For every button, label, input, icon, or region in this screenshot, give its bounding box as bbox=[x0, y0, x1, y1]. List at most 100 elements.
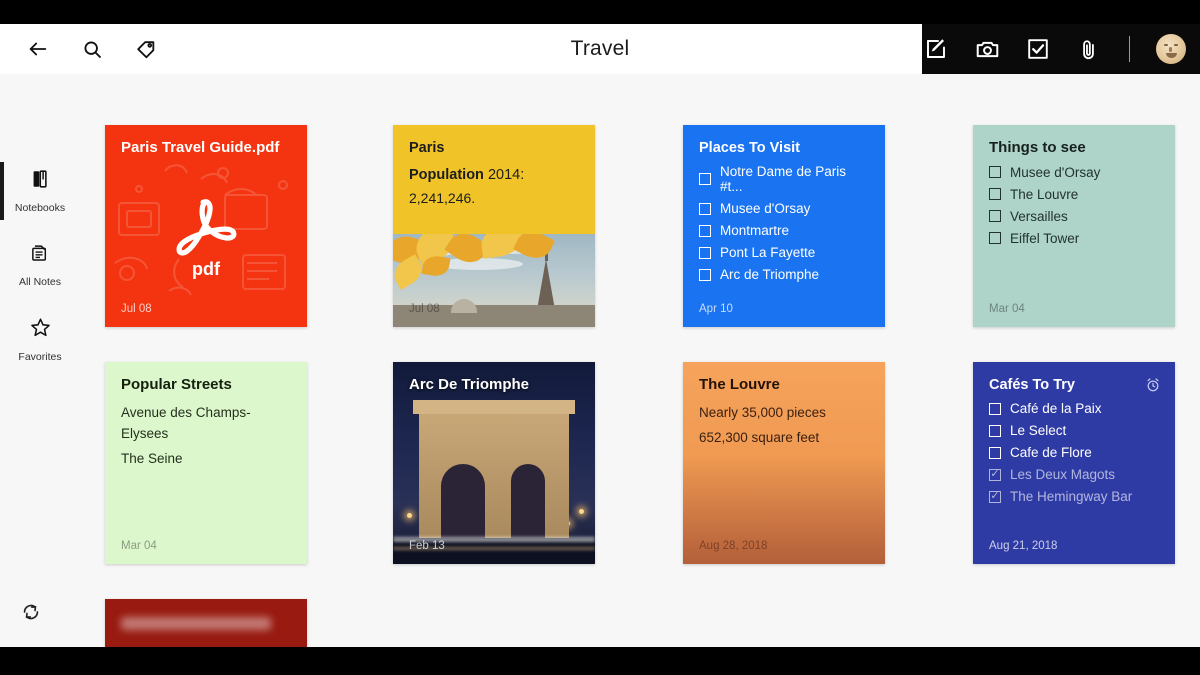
note-card-body: Things to see Musee d'Orsay The Louvre V… bbox=[973, 125, 1175, 246]
note-card-body: Places To Visit Notre Dame de Paris #t..… bbox=[683, 125, 885, 282]
checklist-item[interactable]: Les Deux Magots bbox=[989, 467, 1159, 482]
sidebar-item-favorites[interactable]: Favorites bbox=[0, 302, 80, 376]
note-title: Things to see bbox=[989, 139, 1086, 156]
checkbox-icon[interactable] bbox=[1024, 34, 1053, 64]
note-card-body: The Louvre Nearly 35,000 pieces 652,300 … bbox=[683, 362, 885, 449]
note-date: Feb 13 bbox=[409, 540, 445, 552]
note-card-pdf[interactable]: Paris Travel Guide.pdf pdf Jul 08 bbox=[105, 125, 307, 327]
note-date: Aug 28, 2018 bbox=[699, 540, 768, 552]
note-title-blurred bbox=[121, 617, 271, 630]
notes-grid: Paris Travel Guide.pdf pdf Jul 08 Paris … bbox=[80, 74, 1200, 647]
alarm-clock-icon[interactable] bbox=[1145, 377, 1161, 393]
checkbox-icon[interactable] bbox=[699, 173, 711, 186]
note-card-paris[interactable]: Paris Population 2014: 2,241,246. Jul 08 bbox=[393, 125, 595, 327]
checklist-label: Café de la Paix bbox=[1010, 401, 1102, 417]
note-date: Mar 04 bbox=[989, 303, 1025, 315]
checklist-item[interactable]: Notre Dame de Paris #t... bbox=[699, 164, 869, 194]
sidebar-item-label: All Notes bbox=[18, 276, 61, 288]
note-card-arc-de-triomphe[interactable]: Arc De Triomphe Feb 13 bbox=[393, 362, 595, 564]
search-icon[interactable] bbox=[78, 35, 106, 63]
note-card-popular-streets[interactable]: Popular Streets Avenue des Champs-Elysee… bbox=[105, 362, 307, 564]
checklist-item[interactable]: Eiffel Tower bbox=[989, 231, 1159, 246]
tag-icon[interactable] bbox=[132, 35, 160, 63]
checklist-label: Eiffel Tower bbox=[1010, 230, 1080, 246]
sidebar-item-label: Favorites bbox=[18, 350, 62, 363]
compose-note-icon[interactable] bbox=[922, 34, 951, 64]
note-population-line: Population 2014: bbox=[409, 167, 579, 183]
checkbox-icon[interactable] bbox=[699, 202, 711, 215]
checklist-label: Cafe de Flore bbox=[1010, 445, 1092, 461]
app-window: Travel Notebooks All Notes Favorites Par… bbox=[0, 0, 1200, 675]
note-title: The Louvre bbox=[699, 376, 780, 393]
checklist-item[interactable]: The Hemingway Bar bbox=[989, 489, 1159, 504]
checkbox-checked-icon[interactable] bbox=[989, 490, 1001, 503]
note-card-body: Paris Population 2014: 2,241,246. bbox=[393, 125, 595, 206]
app-header: Travel bbox=[0, 24, 1200, 74]
checkbox-icon[interactable] bbox=[699, 246, 711, 259]
header-left-actions bbox=[0, 35, 160, 63]
checklist-label: Montmartre bbox=[720, 223, 790, 239]
note-title: Arc De Triomphe bbox=[409, 376, 530, 393]
note-card-cafes-to-try[interactable]: Cafés To Try Café de la Paix Le Select C… bbox=[973, 362, 1175, 564]
checklist-item[interactable]: Montmartre bbox=[699, 223, 869, 238]
checkbox-icon[interactable] bbox=[989, 446, 1001, 459]
checklist-item[interactable]: Cafe de Flore bbox=[989, 445, 1159, 460]
checkbox-icon[interactable] bbox=[989, 232, 1001, 245]
checklist-item[interactable]: Versailles bbox=[989, 209, 1159, 224]
checkbox-icon[interactable] bbox=[699, 224, 711, 237]
checklist-label: Versailles bbox=[1010, 208, 1068, 224]
checklist-label: Musee d'Orsay bbox=[1010, 164, 1101, 180]
sidebar-item-all-notes[interactable]: All Notes bbox=[0, 228, 80, 302]
paperclip-icon[interactable] bbox=[1074, 34, 1103, 64]
checkbox-icon[interactable] bbox=[989, 424, 1001, 437]
note-date: Aug 21, 2018 bbox=[989, 540, 1058, 552]
back-arrow-icon[interactable] bbox=[24, 35, 52, 63]
note-line: 652,300 square feet bbox=[699, 429, 820, 445]
checkbox-checked-icon[interactable] bbox=[989, 468, 1001, 481]
checklist-item[interactable]: Musee d'Orsay bbox=[989, 165, 1159, 180]
checklist-item[interactable]: Pont La Fayette bbox=[699, 245, 869, 260]
sidebar-item-label: Notebooks bbox=[14, 202, 66, 214]
all-notes-icon bbox=[29, 242, 51, 269]
avatar[interactable] bbox=[1156, 34, 1186, 64]
checklist-item[interactable]: The Louvre bbox=[989, 187, 1159, 202]
star-icon bbox=[29, 316, 52, 344]
header-divider bbox=[1129, 36, 1130, 62]
checklist-item[interactable]: Musee d'Orsay bbox=[699, 201, 869, 216]
note-date: Jul 08 bbox=[121, 303, 152, 315]
checklist-item[interactable]: Arc de Triomphe bbox=[699, 267, 869, 282]
checkbox-icon[interactable] bbox=[699, 268, 711, 281]
note-card-things-to-see[interactable]: Things to see Musee d'Orsay The Louvre V… bbox=[973, 125, 1175, 327]
note-card-partial[interactable] bbox=[105, 599, 307, 647]
sidebar-active-indicator bbox=[0, 162, 4, 220]
checklist-label: Les Deux Magots bbox=[1010, 467, 1116, 483]
note-line: Avenue des Champs-Elysees bbox=[121, 404, 251, 441]
checklist-label: Pont La Fayette bbox=[720, 245, 816, 261]
checkbox-icon[interactable] bbox=[989, 166, 1001, 179]
sync-icon[interactable] bbox=[16, 597, 46, 627]
sidebar-item-notebooks[interactable]: Notebooks bbox=[0, 154, 80, 228]
note-title: Places To Visit bbox=[699, 140, 801, 156]
checkbox-icon[interactable] bbox=[989, 402, 1001, 415]
window-top-bezel bbox=[0, 0, 1200, 24]
checkbox-icon[interactable] bbox=[989, 188, 1001, 201]
population-year: 2014: bbox=[483, 167, 525, 184]
checklist-label: Le Select bbox=[1010, 423, 1067, 439]
note-line: The Seine bbox=[121, 450, 183, 466]
pdf-label: pdf bbox=[192, 259, 220, 279]
note-card-places-to-visit[interactable]: Places To Visit Notre Dame de Paris #t..… bbox=[683, 125, 885, 327]
note-title: Cafés To Try bbox=[989, 377, 1075, 393]
checklist-label: The Hemingway Bar bbox=[1010, 489, 1133, 505]
checklist-item[interactable]: Café de la Paix bbox=[989, 401, 1159, 416]
checklist-item[interactable]: Le Select bbox=[989, 423, 1159, 438]
population-label: Population bbox=[409, 167, 484, 184]
note-card-the-louvre[interactable]: The Louvre Nearly 35,000 pieces 652,300 … bbox=[683, 362, 885, 564]
checkbox-icon[interactable] bbox=[989, 210, 1001, 223]
note-date: Apr 10 bbox=[699, 303, 733, 315]
checklist-label: Musee d'Orsay bbox=[720, 201, 811, 217]
camera-icon[interactable] bbox=[973, 34, 1002, 64]
notebook-icon bbox=[29, 168, 51, 195]
note-date: Jul 08 bbox=[409, 303, 440, 315]
header-right-actions bbox=[922, 24, 1200, 74]
sidebar: Notebooks All Notes Favorites bbox=[0, 74, 80, 647]
